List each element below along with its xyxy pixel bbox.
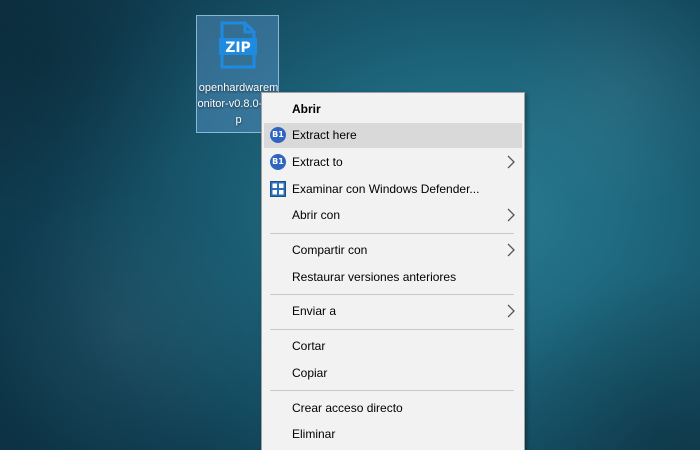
menu-item-abrir-con[interactable]: Abrir con [264, 203, 522, 228]
menu-item-label: Abrir con [292, 208, 341, 222]
menu-item-label: Cortar [292, 339, 326, 353]
menu-item-copiar[interactable]: Copiar [264, 361, 522, 386]
menu-item-enviar-a[interactable]: Enviar a [264, 299, 522, 324]
menu-item-label: Crear acceso directo [292, 401, 403, 415]
menu-item-label: Eliminar [292, 427, 336, 441]
menu-item-windows-defender[interactable]: Examinar con Windows Defender... [264, 177, 522, 202]
menu-item-label: Compartir con [292, 243, 368, 257]
svg-text:ZIP: ZIP [225, 40, 251, 56]
chevron-right-icon [507, 304, 515, 318]
menu-item-extract-here[interactable]: B1 Extract here [264, 123, 522, 148]
menu-item-label: Enviar a [292, 304, 337, 318]
windows-defender-icon [270, 181, 286, 197]
menu-item-label: Copiar [292, 366, 328, 380]
menu-item-eliminar[interactable]: Eliminar [264, 422, 522, 447]
menu-separator [270, 390, 514, 391]
chevron-right-icon [507, 243, 515, 257]
b1-icon: B1 [270, 127, 286, 143]
menu-item-label: Examinar con Windows Defender... [292, 182, 480, 196]
chevron-right-icon [507, 208, 515, 222]
menu-item-label: Restaurar versiones anteriores [292, 270, 457, 284]
menu-item-abrir[interactable]: Abrir [264, 97, 522, 122]
menu-item-cortar[interactable]: Cortar [264, 334, 522, 359]
menu-separator [270, 294, 514, 295]
menu-item-crear-acceso-directo[interactable]: Crear acceso directo [264, 396, 522, 421]
menu-item-extract-to[interactable]: B1 Extract to [264, 150, 522, 175]
menu-separator [270, 329, 514, 330]
menu-item-label: Extract to [292, 155, 343, 169]
b1-icon: B1 [270, 154, 286, 170]
menu-item-label: Abrir [292, 102, 321, 116]
context-menu: Abrir B1 Extract here B1 Extract to Exam… [261, 92, 525, 450]
menu-item-restaurar-versiones[interactable]: Restaurar versiones anteriores [264, 265, 522, 290]
zip-file-icon: ZIP [219, 21, 257, 69]
menu-item-label: Extract here [292, 128, 357, 142]
menu-separator [270, 233, 514, 234]
menu-item-compartir-con[interactable]: Compartir con [264, 238, 522, 263]
chevron-right-icon [507, 155, 515, 169]
